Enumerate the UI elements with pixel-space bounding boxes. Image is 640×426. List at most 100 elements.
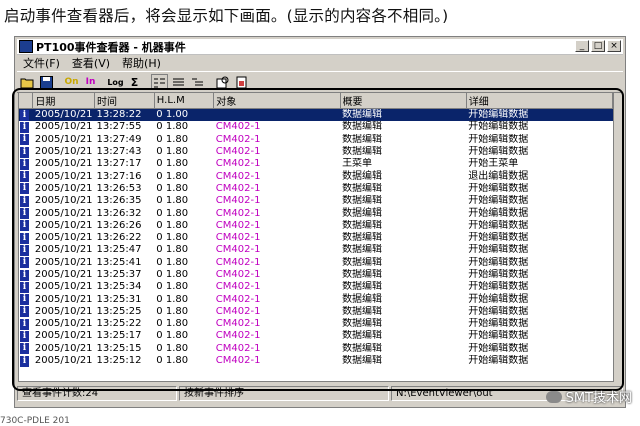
event-list[interactable]: 日期 时间 H.L.M 对象 概要 详细 i 2005/10/21 13:28:22…	[18, 92, 614, 382]
status-sort: 按新事件排序	[179, 386, 389, 401]
cell-date: 2005/10/21	[34, 342, 93, 354]
cell-summary: 王菜单	[342, 158, 373, 170]
table-row[interactable]: i 2005/10/21 13:25:47 0 1.80 CM402-1 数据编辑 开始编辑…	[19, 244, 613, 256]
cell-summary: 数据编辑	[342, 133, 383, 145]
info-icon: i	[20, 171, 29, 183]
info-icon: i	[20, 294, 29, 306]
info-icon: i	[20, 343, 29, 355]
cell-detail: 退出编辑数据	[468, 170, 529, 182]
info-icon: i	[20, 269, 29, 281]
column-header-detail[interactable]: 详细	[466, 93, 613, 109]
cell-detail: 开始编辑数据	[468, 133, 529, 145]
toolbar: On In Log Σ	[17, 71, 623, 93]
cell-object: CM402-1	[215, 182, 261, 194]
column-header-hlm[interactable]: H.L.M	[154, 93, 215, 109]
cell-detail: 开始编辑数据	[468, 293, 529, 305]
cell-detail: 开始编辑数据	[468, 244, 529, 256]
table-row[interactable]: i 2005/10/21 13:27:16 0 1.80 CM402-1 数据编辑 退出编辑…	[19, 170, 613, 183]
cell-summary: 数据编辑	[340, 108, 467, 122]
table-row[interactable]: i 2005/10/21 13:26:22 0 1.80 CM402-1 数据编辑 开始编辑…	[19, 232, 613, 244]
column-header-time[interactable]: 时间	[94, 93, 155, 109]
table-row[interactable]: i 2005/10/21 13:28:22 0 1.00 数据编辑 开始编辑数据	[19, 108, 613, 122]
cell-date: 2005/10/21	[32, 108, 95, 122]
cell-detail: 开始编辑数据	[468, 355, 529, 367]
cell-detail: 开始编辑数据	[468, 269, 529, 280]
table-row[interactable]: i 2005/10/21 13:25:15 0 1.80 CM402-1 数据编辑 开始编辑…	[19, 343, 613, 355]
cell-hlm: 0 1.80	[156, 281, 189, 293]
cell-summary: 数据编辑	[342, 269, 383, 280]
cell-date: 2005/10/21	[34, 281, 93, 293]
refresh-icon[interactable]	[214, 74, 231, 90]
open-icon[interactable]	[19, 74, 36, 90]
table-row[interactable]: i 2005/10/21 13:25:41 0 1.80 CM402-1 数据编辑 开始编辑…	[19, 257, 613, 269]
cell-time: 13:25:31	[96, 293, 142, 305]
table-row[interactable]: i 2005/10/21 13:26:32 0 1.80 CM402-1 数据编辑 开始编辑…	[19, 207, 613, 220]
cell-date: 2005/10/21	[34, 305, 93, 317]
info-icon: i	[20, 355, 29, 367]
cell-hlm: 0 1.80	[156, 232, 189, 244]
save-icon[interactable]	[38, 74, 55, 90]
report-icon[interactable]	[233, 74, 250, 90]
menu-file[interactable]: 文件(F)	[17, 55, 66, 71]
table-row[interactable]: i 2005/10/21 13:27:55 0 1.80 CM402-1 数据编辑 开始编辑…	[19, 121, 613, 133]
table-row[interactable]: i 2005/10/21 13:25:34 0 1.80 CM402-1 数据编辑 开始编辑…	[19, 281, 613, 293]
title-bar[interactable]: PT100事件查看器 - 机器事件 _ □ ×	[17, 39, 623, 55]
cell-summary: 数据编辑	[342, 355, 383, 367]
filter-on-icon[interactable]: On	[63, 74, 80, 90]
table-row[interactable]: i 2005/10/21 13:27:49 0 1.80 CM402-1 数据编辑 开始编辑…	[19, 134, 613, 146]
info-icon-cell: i	[19, 330, 33, 342]
list-view-icon[interactable]	[151, 74, 168, 90]
table-header: 日期 时间 H.L.M 对象 概要 详细	[19, 93, 613, 109]
menu-view[interactable]: 查看(V)	[66, 55, 116, 71]
table-row[interactable]: i 2005/10/21 13:25:12 0 1.80 CM402-1 数据编辑 开始编辑…	[19, 355, 613, 367]
column-header-summary[interactable]: 概要	[340, 93, 467, 109]
tree-view-icon[interactable]	[189, 74, 206, 90]
table-row[interactable]: i 2005/10/21 13:26:53 0 1.80 CM402-1 数据编辑 开始编辑…	[19, 183, 613, 195]
info-icon: i	[20, 220, 29, 232]
column-header-icon[interactable]	[19, 93, 34, 109]
cell-detail: 开始编辑数据	[468, 207, 529, 219]
table-row[interactable]: i 2005/10/21 13:25:17 0 1.80 CM402-1 数据编辑 开始编辑…	[19, 330, 613, 342]
cell-object: CM402-1	[215, 133, 261, 145]
cell-hlm: 0 1.80	[156, 293, 189, 305]
cell-hlm: 0 1.80	[156, 207, 189, 219]
table-row[interactable]: i 2005/10/21 13:25:37 0 1.80 CM402-1 数据编辑 开始编辑…	[19, 269, 613, 281]
cell-time: 13:26:53	[96, 182, 142, 194]
maximize-button[interactable]: □	[591, 40, 605, 52]
table-row[interactable]: i 2005/10/21 13:25:25 0 1.80 CM402-1 数据编辑 开始编辑…	[19, 306, 613, 318]
log-icon[interactable]: Log	[107, 74, 124, 90]
cell-date: 2005/10/21	[34, 195, 93, 207]
cell-summary: 数据编辑	[342, 281, 383, 293]
column-header-object[interactable]: 对象	[213, 93, 341, 109]
detail-view-icon[interactable]	[170, 74, 187, 90]
cell-hlm: 0 1.80	[156, 146, 189, 158]
sum-icon[interactable]: Σ	[126, 74, 143, 90]
cell-time: 13:26:32	[96, 207, 142, 219]
cell-object	[213, 108, 341, 122]
info-icon-cell: i	[19, 170, 33, 183]
table-row[interactable]: i 2005/10/21 13:26:35 0 1.80 CM402-1 数据编辑 开始编辑…	[19, 195, 613, 207]
cell-date: 2005/10/21	[34, 269, 93, 280]
minimize-button[interactable]: _	[575, 40, 589, 52]
cell-hlm: 0 1.80	[156, 133, 189, 145]
cell-date: 2005/10/21	[34, 318, 93, 330]
info-icon-cell: i	[19, 257, 33, 269]
menu-help[interactable]: 帮助(H)	[116, 55, 167, 71]
info-icon-cell: i	[19, 121, 33, 133]
cell-hlm: 0 1.00	[154, 108, 214, 122]
table-row[interactable]: i 2005/10/21 13:27:43 0 1.80 CM402-1 数据编辑 开始编辑…	[19, 146, 613, 158]
cell-hlm: 0 1.80	[156, 318, 189, 330]
info-icon: i	[20, 134, 29, 146]
table-row[interactable]: i 2005/10/21 13:26:26 0 1.80 CM402-1 数据编辑 开始编辑…	[19, 220, 613, 232]
info-icon-cell: i	[19, 207, 33, 220]
table-row[interactable]: i 2005/10/21 13:27:17 0 1.80 CM402-1 王菜单 开始王菜单	[19, 158, 613, 170]
cell-detail: 开始编辑数据	[468, 342, 529, 354]
close-button[interactable]: ×	[607, 40, 621, 52]
cell-summary: 数据编辑	[342, 305, 383, 317]
table-row[interactable]: i 2005/10/21 13:25:22 0 1.80 CM402-1 数据编辑 开始编辑…	[19, 318, 613, 330]
window-controls: _ □ ×	[575, 40, 621, 52]
column-header-date[interactable]: 日期	[32, 93, 96, 109]
filter-in-icon[interactable]: In	[82, 74, 99, 90]
cell-date: 2005/10/21	[34, 121, 93, 133]
table-row[interactable]: i 2005/10/21 13:25:31 0 1.80 CM402-1 数据编辑 开始编辑…	[19, 293, 613, 306]
